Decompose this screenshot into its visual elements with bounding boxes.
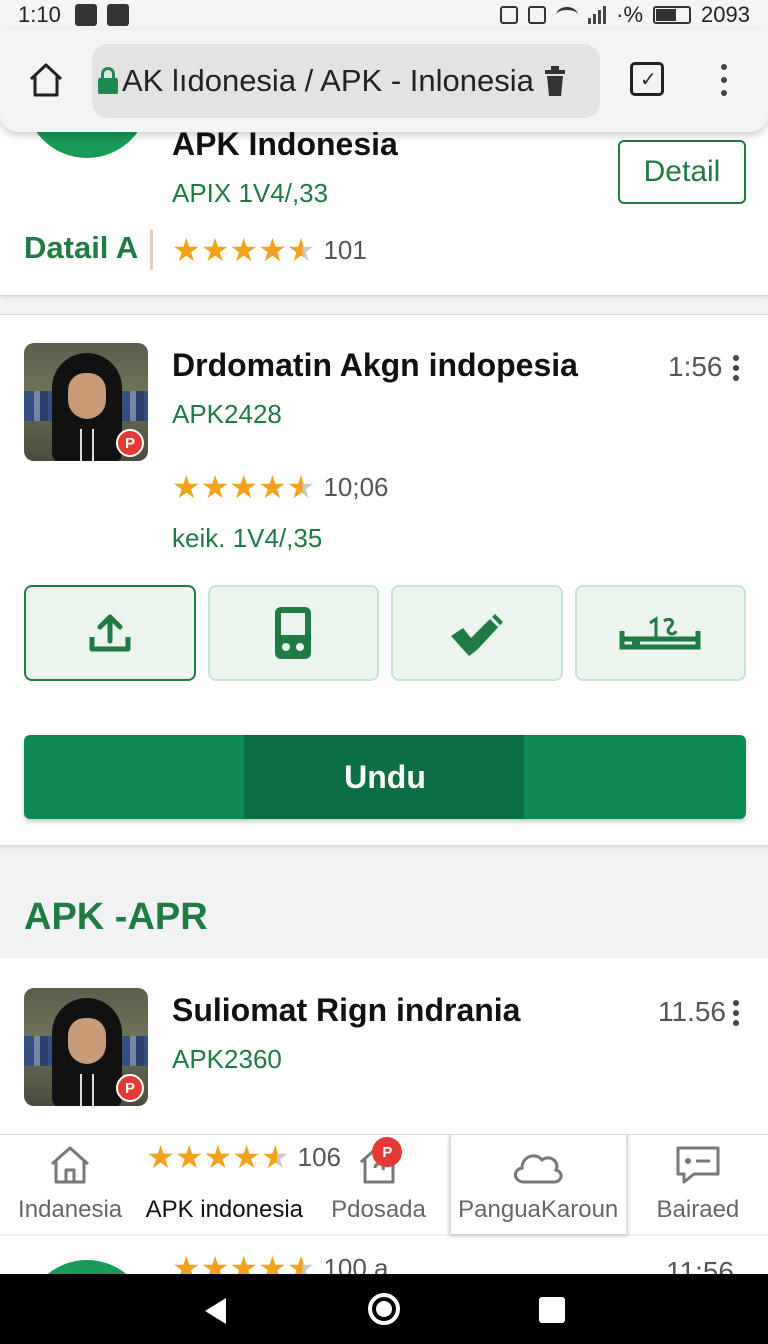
- divider: [150, 230, 153, 270]
- app-title[interactable]: Suliomat Rign indrania: [172, 992, 520, 1029]
- post-time: 11.56: [658, 996, 726, 1027]
- lock-icon: [98, 67, 118, 95]
- status-percent: ·%: [616, 2, 644, 27]
- star-icon: ★: [200, 231, 230, 269]
- device-button[interactable]: [207, 585, 379, 681]
- star-icon: ★: [200, 1249, 230, 1276]
- star-icon: ★: [229, 1249, 259, 1276]
- app-card[interactable]: P Drdomatin Akgn indopesia 1:56 APK2428 …: [0, 314, 768, 846]
- home-icon[interactable]: [26, 60, 66, 100]
- tabs-icon[interactable]: ✓: [630, 62, 664, 96]
- section-header: APK -APR: [0, 862, 768, 958]
- system-navigation-bar: [0, 1274, 768, 1344]
- back-icon[interactable]: [202, 1296, 228, 1326]
- app-card[interactable]: ★ ★ ★ ★ ★ 100 a 11:56: [0, 1236, 768, 1276]
- post-time: 1:56: [668, 351, 723, 382]
- ruler-icon: [619, 616, 701, 650]
- more-icon[interactable]: [732, 1000, 740, 1026]
- action-row: [24, 585, 746, 681]
- app-avatar: P: [24, 343, 148, 461]
- nav-item-pdosada[interactable]: P Pdosada: [308, 1135, 448, 1234]
- rating-count: 10;06: [323, 471, 389, 502]
- home-icon: [51, 1146, 90, 1184]
- nav-item-apk[interactable]: ★ ★ ★ ★ ★ 106 APK indonesia: [140, 1135, 341, 1234]
- rating-stars: ★ ★ ★ ★ ★ 10;06: [172, 471, 389, 503]
- star-icon: ★: [174, 1138, 204, 1176]
- half-star-icon: ★: [260, 1138, 290, 1176]
- star-icon: ★: [172, 468, 201, 506]
- notification-icon: [74, 4, 97, 26]
- section-title: APK -APR: [24, 896, 208, 938]
- nav-label: Indanesia: [18, 1196, 123, 1223]
- star-icon: ★: [200, 468, 230, 506]
- app-avatar: P: [24, 988, 148, 1106]
- wrench-icon: [450, 614, 503, 656]
- nav-item-panguakaroun[interactable]: PanguaKaroun: [448, 1135, 628, 1234]
- url-text: AK lıdonesia / APK - Inlonesia: [122, 63, 534, 98]
- star-icon: ★: [229, 231, 259, 269]
- star-icon: ★: [229, 468, 259, 506]
- rating-count: 100 a: [323, 1252, 389, 1277]
- detail-link[interactable]: Datail A: [24, 230, 138, 266]
- cloud-icon: [514, 1154, 563, 1184]
- nfc-icon: [500, 6, 519, 24]
- nav-item-bairaed[interactable]: Bairaed: [628, 1135, 768, 1234]
- notification-icon: [106, 4, 129, 26]
- menu-icon[interactable]: [720, 64, 728, 96]
- star-icon: ★: [232, 1138, 261, 1176]
- post-time: 11:56: [666, 1256, 734, 1276]
- flag-badge-icon: P: [116, 429, 144, 457]
- nav-label: APK indonesia: [145, 1196, 304, 1223]
- app-title[interactable]: Drdomatin Akgn indopesia: [172, 347, 578, 384]
- measure-button[interactable]: [574, 585, 746, 681]
- more-icon[interactable]: [732, 355, 740, 381]
- app-code: APK2428: [172, 399, 282, 429]
- star-icon: ★: [258, 231, 287, 269]
- home-circle-icon[interactable]: [367, 1292, 401, 1326]
- browser-toolbar: AK lıdonesia / APK - Inlonesia ✓: [0, 30, 768, 132]
- rating-stars: ★ ★ ★ ★ ★ 101: [172, 234, 367, 266]
- trash-icon[interactable]: [544, 66, 566, 96]
- app-version: keik. 1V4/,35: [172, 523, 323, 553]
- tools-button[interactable]: [391, 585, 563, 681]
- phone-icon: [275, 607, 312, 659]
- upload-icon: [89, 614, 131, 652]
- star-icon: ★: [172, 231, 201, 269]
- app-code: APK2360: [172, 1044, 282, 1074]
- nav-label: PanguaKaroun: [458, 1196, 619, 1223]
- recents-icon[interactable]: [538, 1296, 566, 1324]
- app-version: APIX 1V4/,33: [172, 178, 329, 208]
- star-icon: ★: [203, 1138, 233, 1176]
- flag-badge-icon: P: [116, 1074, 144, 1102]
- nav-label: Pdosada: [331, 1196, 426, 1223]
- half-star-icon: ★: [286, 231, 316, 269]
- sync-icon: [528, 6, 547, 24]
- bottom-navigation: Indanesia ★ ★ ★ ★ ★ 106 APK indonesia P …: [0, 1134, 768, 1234]
- star-icon: ★: [172, 1249, 201, 1276]
- star-icon: ★: [258, 1249, 287, 1276]
- message-icon: [676, 1146, 720, 1184]
- half-star-icon: ★: [287, 1252, 316, 1276]
- rating-stars: ★ ★ ★ ★ ★ 100 a: [172, 1252, 389, 1276]
- star-icon: ★: [146, 1138, 175, 1176]
- status-bar: 1:10 ·% 2093: [0, 0, 768, 30]
- wifi-icon: [556, 7, 579, 23]
- half-star-icon: ★: [286, 468, 316, 506]
- download-button[interactable]: Undu: [24, 735, 746, 819]
- address-bar[interactable]: AK lıdonesia / APK - Inlonesia: [92, 44, 600, 118]
- share-button[interactable]: [24, 585, 196, 681]
- battery-icon: [653, 6, 692, 24]
- detail-button[interactable]: Detail: [618, 140, 746, 204]
- rating-count: 101: [323, 234, 367, 265]
- status-time: 1:10: [18, 2, 61, 27]
- status-battery-text: 2093: [701, 2, 750, 27]
- star-icon: ★: [258, 468, 287, 506]
- signal-icon: [588, 6, 607, 24]
- nav-label: Bairaed: [656, 1196, 740, 1223]
- nav-item-home[interactable]: Indanesia: [0, 1135, 140, 1234]
